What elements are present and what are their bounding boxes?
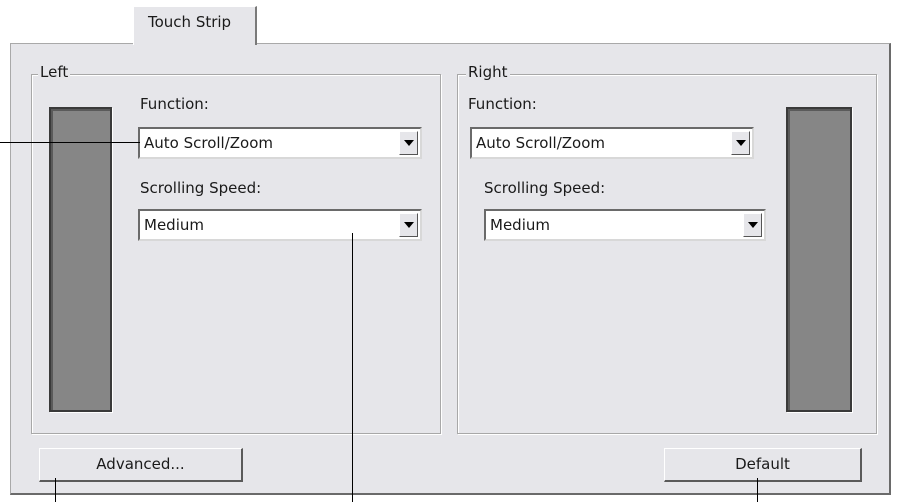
default-button[interactable]: Default: [664, 448, 862, 482]
left-function-select[interactable]: Auto Scroll/Zoom: [138, 127, 422, 159]
chevron-down-icon[interactable]: [399, 213, 418, 237]
advanced-button[interactable]: Advanced...: [39, 448, 243, 482]
right-touch-strip: [786, 107, 852, 412]
right-group-title: Right: [466, 63, 510, 81]
left-function-label: Function:: [140, 95, 209, 113]
tab-touch-strip[interactable]: Touch Strip: [133, 6, 257, 45]
left-group: Left Function: Auto Scroll/Zoom Scrollin…: [31, 63, 441, 434]
settings-panel: Left Function: Auto Scroll/Zoom Scrollin…: [10, 43, 891, 495]
right-speed-label: Scrolling Speed:: [484, 179, 606, 197]
callout-line-function: [0, 142, 140, 143]
right-speed-value: Medium: [490, 216, 550, 234]
chevron-down-icon[interactable]: [731, 131, 750, 155]
left-speed-label: Scrolling Speed:: [140, 179, 262, 197]
right-group: Right Function: Auto Scroll/Zoom Scrolli…: [457, 63, 877, 434]
callout-line-speed: [352, 233, 353, 502]
right-function-label: Function:: [468, 95, 537, 113]
callout-line-default: [757, 478, 758, 502]
left-touch-strip: [49, 107, 112, 412]
chevron-down-icon[interactable]: [743, 213, 762, 237]
callout-line-advanced: [55, 478, 56, 502]
tab-label: Touch Strip: [148, 13, 232, 31]
left-group-title: Left: [38, 63, 71, 81]
right-function-value: Auto Scroll/Zoom: [476, 134, 606, 152]
left-function-value: Auto Scroll/Zoom: [144, 134, 274, 152]
left-speed-select[interactable]: Medium: [138, 209, 422, 241]
left-speed-value: Medium: [144, 216, 204, 234]
right-speed-select[interactable]: Medium: [484, 209, 766, 241]
right-function-select[interactable]: Auto Scroll/Zoom: [470, 127, 754, 159]
chevron-down-icon[interactable]: [399, 131, 418, 155]
